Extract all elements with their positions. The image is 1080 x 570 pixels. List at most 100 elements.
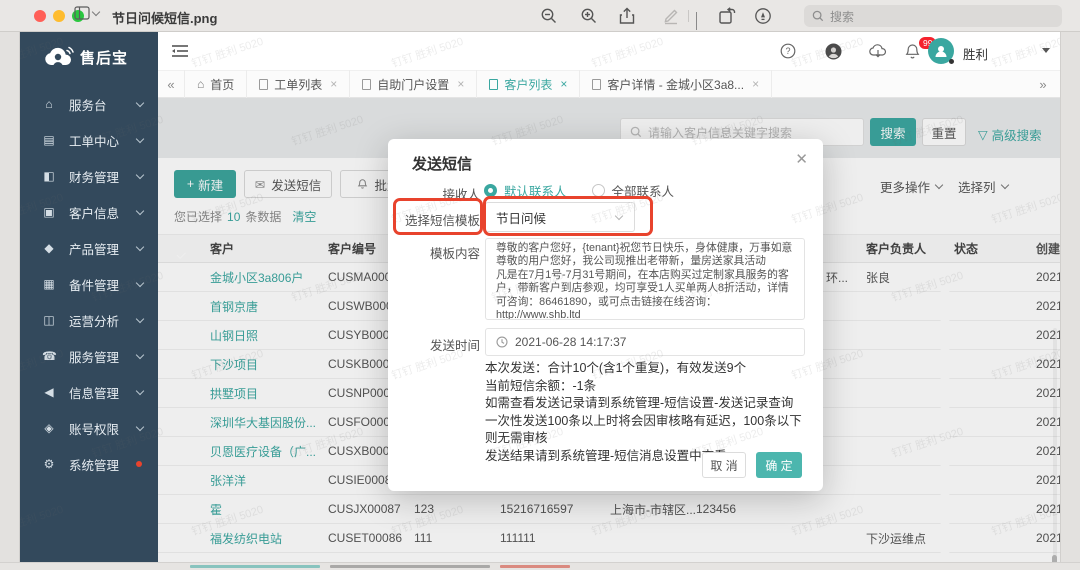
close-icon[interactable]: ✕ [795, 150, 808, 168]
sidebar-item-service-desk[interactable]: ⌂ 服务台 [20, 86, 158, 122]
annotation-box-template-select [483, 196, 653, 236]
sidebar-item-spare-parts[interactable]: ▦ 备件管理 [20, 266, 158, 302]
help-icon[interactable]: ? [780, 43, 796, 59]
clock-icon [496, 336, 508, 348]
sidebar-item-label: 账号权限 [69, 419, 119, 438]
user-menu-caret-icon[interactable] [1042, 48, 1050, 53]
sidebar-item-work-order-center[interactable]: ▤工单中心 [20, 122, 158, 158]
chevron-down-icon[interactable] [696, 12, 697, 30]
chevron-down-icon [136, 422, 144, 430]
document-icon [489, 79, 498, 90]
tab-customer-list[interactable]: 客户列表 × [477, 70, 580, 98]
collapse-menu-icon[interactable] [172, 45, 188, 57]
chevron-down-icon [136, 278, 144, 286]
parts-icon: ▦ [42, 278, 56, 290]
sidebar-menu: ⌂ 服务台 ▤工单中心◧财务管理 ▣ 客户信息 ◆ 产品管理 ▦ 备件管理 ◫运营分析 ☎ 服务管理 ◀… [20, 74, 158, 482]
chevron-down-icon [136, 206, 144, 214]
close-tab-icon[interactable]: × [330, 77, 337, 91]
sidebar-item-label: 产品管理 [69, 239, 119, 258]
template-content-box: 尊敬的客户您好，{tenant}祝您节日快乐，身体健康，万事如意尊敬的用户您好，… [485, 238, 805, 320]
rotate-icon[interactable] [718, 7, 737, 25]
info-line: 当前短信余额：-1条 [485, 378, 811, 396]
zoom-in-icon[interactable] [580, 7, 598, 25]
tab-label: 首页 [210, 76, 234, 93]
markup-pencil-icon [662, 7, 680, 25]
confirm-button[interactable]: 确 定 [756, 452, 802, 478]
chevron-down-icon [136, 314, 144, 322]
account-icon: ◈ [42, 422, 56, 434]
document-icon [259, 79, 268, 90]
desk-icon: ⌂ [42, 98, 56, 110]
sidebar: 售后宝 ⌂ 服务台 ▤工单中心◧财务管理 ▣ 客户信息 ◆ 产品管理 ▦ 备件管理 ◫运营分析 ☎ 服… [20, 32, 158, 562]
brand-name: 售后宝 [80, 47, 128, 68]
toolbar-divider [688, 10, 689, 22]
sidebar-item-label: 服务管理 [69, 347, 119, 366]
preview-search-field[interactable]: 搜索 [804, 5, 1062, 27]
unread-dot [136, 461, 142, 467]
share-icon[interactable] [618, 7, 636, 25]
minimize-window-button[interactable] [53, 10, 65, 22]
sidebar-item-customer-info[interactable]: ▣ 客户信息 [20, 194, 158, 230]
service-icon: ☎ [42, 350, 56, 362]
customer-icon: ▣ [42, 206, 56, 218]
top-navbar: ? 99 胜利 [158, 32, 1060, 70]
tabs-scroll-right-icon[interactable]: » [1030, 77, 1056, 92]
document-icon [362, 79, 371, 90]
close-tab-icon[interactable]: × [560, 77, 567, 91]
sidebar-item-label: 财务管理 [69, 167, 119, 186]
send-sms-modal: 发送短信 ✕ 接收人 默认联系人 全部联系人 选择短信模板 节日问候 模板内容 … [388, 139, 823, 491]
sidebar-item-service-mgmt[interactable]: ☎ 服务管理 [20, 338, 158, 374]
system-icon: ⚙ [42, 458, 56, 470]
close-tab-icon[interactable]: × [752, 77, 759, 91]
sidebar-item-label: 备件管理 [69, 275, 119, 294]
info-line: 本次发送：合计10个(含1个重复)，有效发送9个 [485, 360, 811, 378]
tab-portal-settings[interactable]: 自助门户设置× [350, 70, 477, 98]
sidebar-item-message-mgmt[interactable]: ◀ 信息管理 [20, 374, 158, 410]
sidebar-item-label: 信息管理 [69, 383, 119, 402]
svg-text:?: ? [785, 46, 790, 56]
cropped-text-sliver [330, 565, 490, 568]
cancel-button[interactable]: 取 消 [702, 452, 746, 478]
content-label: 模板内容 [392, 243, 480, 262]
tab-label: 客户详情 - 金城小区3a8... [607, 76, 744, 93]
product-icon: ◆ [42, 242, 56, 254]
close-tab-icon[interactable]: × [457, 77, 464, 91]
chevron-down-icon [92, 7, 100, 15]
sidebar-item-label: 客户信息 [69, 203, 119, 222]
sidebar-toggle-icon[interactable] [74, 6, 99, 20]
sidebar-item-finance[interactable]: ◧财务管理 [20, 158, 158, 194]
chevron-down-icon [136, 350, 144, 358]
home-icon: ⌂ [197, 78, 204, 90]
chevron-down-icon [136, 134, 144, 142]
sidebar-item-system[interactable]: ⚙系统管理 [20, 446, 158, 482]
cropped-text-sliver [190, 565, 320, 568]
message-icon: ◀ [42, 386, 56, 398]
cloud-download-icon[interactable] [869, 43, 887, 59]
modal-title: 发送短信 [412, 153, 472, 174]
zoom-out-icon[interactable] [540, 7, 558, 25]
markup-toolbar-icon[interactable] [754, 7, 772, 25]
tab-customer-detail[interactable]: 客户详情 - 金城小区3a8... × [580, 70, 772, 98]
tab-bar: « ⌂ 首页工单列表×自助门户设置× 客户列表 × 客户详情 - 金城小区3a8... ×… [158, 70, 1060, 98]
tabs-scroll-left-icon[interactable]: « [158, 77, 184, 92]
tab-home[interactable]: ⌂ 首页 [184, 70, 247, 98]
sidebar-item-product[interactable]: ◆ 产品管理 [20, 230, 158, 266]
tab-label: 客户列表 [504, 76, 552, 93]
chevron-down-icon [136, 170, 144, 178]
sidebar-item-analytics[interactable]: ◫运营分析 [20, 302, 158, 338]
tab-work-order-list[interactable]: 工单列表× [247, 70, 350, 98]
info-line: 如需查看发送记录请到系统管理-短信设置-发送记录查询 [485, 395, 811, 413]
person-icon[interactable] [825, 43, 842, 60]
chevron-down-icon [136, 242, 144, 250]
sidebar-item-label: 服务台 [69, 95, 107, 114]
sidebar-item-label: 工单中心 [69, 131, 119, 150]
send-time-input[interactable]: 2021-06-28 14:17:37 [485, 328, 805, 356]
sidebar-item-account-perms[interactable]: ◈ 账号权限 [20, 410, 158, 446]
brand: 售后宝 [20, 32, 158, 74]
annotation-box-template-label [393, 198, 483, 235]
close-window-button[interactable] [34, 10, 46, 22]
send-time-value: 2021-06-28 14:17:37 [515, 335, 626, 349]
preview-titlebar: 节日问候短信.png 搜索 [0, 0, 1080, 32]
tabs: ⌂ 首页工单列表×自助门户设置× 客户列表 × 客户详情 - 金城小区3a8... × [184, 70, 772, 98]
screenshot-stage: 节日问候短信.png 搜索 [0, 0, 1080, 570]
